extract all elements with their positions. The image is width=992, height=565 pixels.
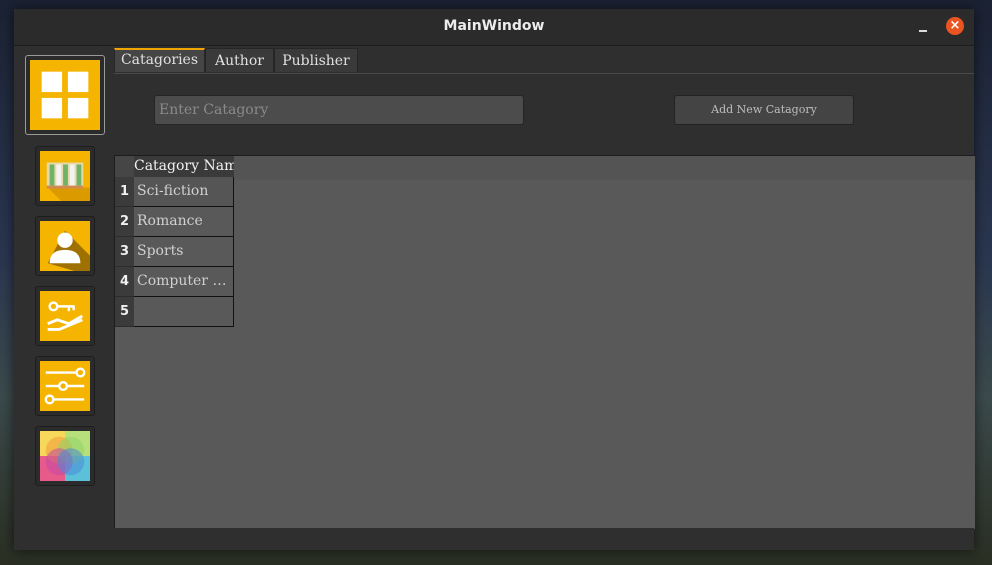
key-hand-icon	[40, 291, 90, 341]
table-cell[interactable]: Sci-fiction	[134, 177, 234, 207]
tab-divider	[114, 73, 974, 74]
column-header-category-name[interactable]: Catagory Name	[134, 156, 234, 177]
status-bar	[14, 528, 974, 550]
table-cell[interactable]	[134, 297, 234, 327]
sidebar-item-books[interactable]	[35, 146, 95, 206]
user-icon	[40, 221, 90, 271]
tab-author[interactable]: Author	[205, 48, 274, 72]
sliders-icon	[40, 361, 90, 411]
sidebar-item-themes[interactable]	[35, 426, 95, 486]
add-category-button[interactable]: Add New Catagory	[674, 95, 854, 125]
row-header[interactable]: 2	[115, 207, 134, 237]
color-wheel-icon	[40, 431, 90, 481]
main-window: MainWindow × Catagories Author Publisher…	[14, 9, 975, 550]
sidebar-item-login[interactable]	[35, 286, 95, 346]
row-header[interactable]: 3	[115, 237, 134, 267]
sidebar-item-settings[interactable]	[35, 356, 95, 416]
sidebar-item-categories[interactable]	[25, 55, 105, 135]
tab-publisher[interactable]: Publisher	[274, 48, 358, 72]
header-strip	[115, 156, 975, 180]
table-cell[interactable]: Sports	[134, 237, 234, 267]
categories-table[interactable]: Catagory Name 1 Sci-fiction 2 Romance 3 …	[114, 155, 975, 529]
grid-icon	[30, 60, 100, 130]
category-input[interactable]	[154, 95, 524, 125]
row-header[interactable]: 4	[115, 267, 134, 297]
title-bar: MainWindow ×	[14, 9, 974, 46]
row-header[interactable]: 1	[115, 177, 134, 207]
tab-catagories[interactable]: Catagories	[114, 48, 205, 72]
table-cell[interactable]: Computer …	[134, 267, 234, 297]
window-title: MainWindow	[443, 18, 545, 34]
table-corner[interactable]	[115, 156, 134, 177]
row-header[interactable]: 5	[115, 297, 134, 327]
close-button[interactable]: ×	[946, 17, 964, 35]
minimize-button[interactable]	[914, 15, 934, 35]
table-cell[interactable]: Romance	[134, 207, 234, 237]
books-icon	[40, 151, 90, 201]
sidebar-item-users[interactable]	[35, 216, 95, 276]
